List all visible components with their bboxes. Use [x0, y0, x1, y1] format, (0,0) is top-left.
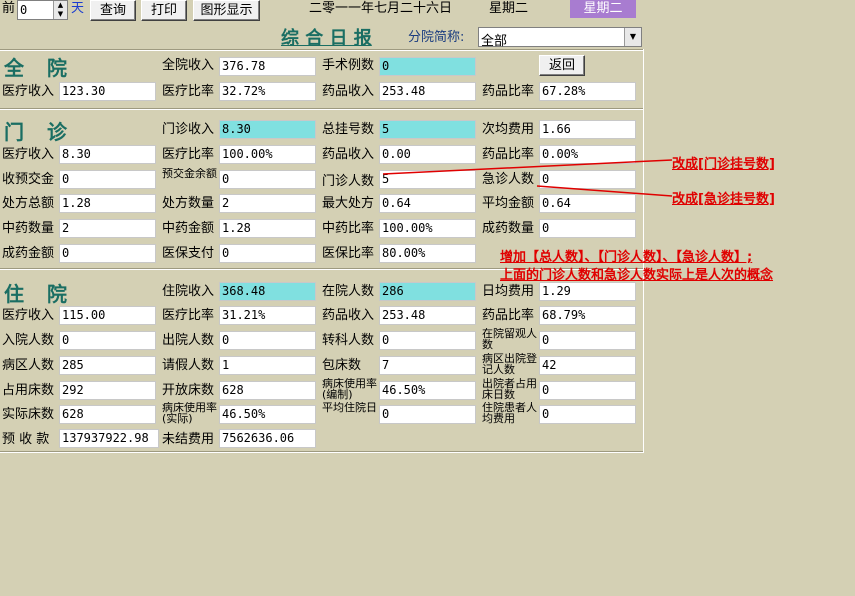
annotation-line-2 [536, 185, 673, 197]
annotation-note-1: 改成[门诊挂号数] [672, 157, 775, 172]
annotation-note-3-line1: 增加【总人数】、【门诊人数】、【急诊人数】; [500, 250, 753, 265]
annotation-note-2: 改成[急诊挂号数] [672, 192, 775, 207]
annotation-lines [382, 159, 673, 197]
annotation-note-3-line2: 上面的门诊人数和急诊人数实际上是人次的概念 [500, 268, 774, 283]
annotation-line-1 [382, 159, 673, 175]
